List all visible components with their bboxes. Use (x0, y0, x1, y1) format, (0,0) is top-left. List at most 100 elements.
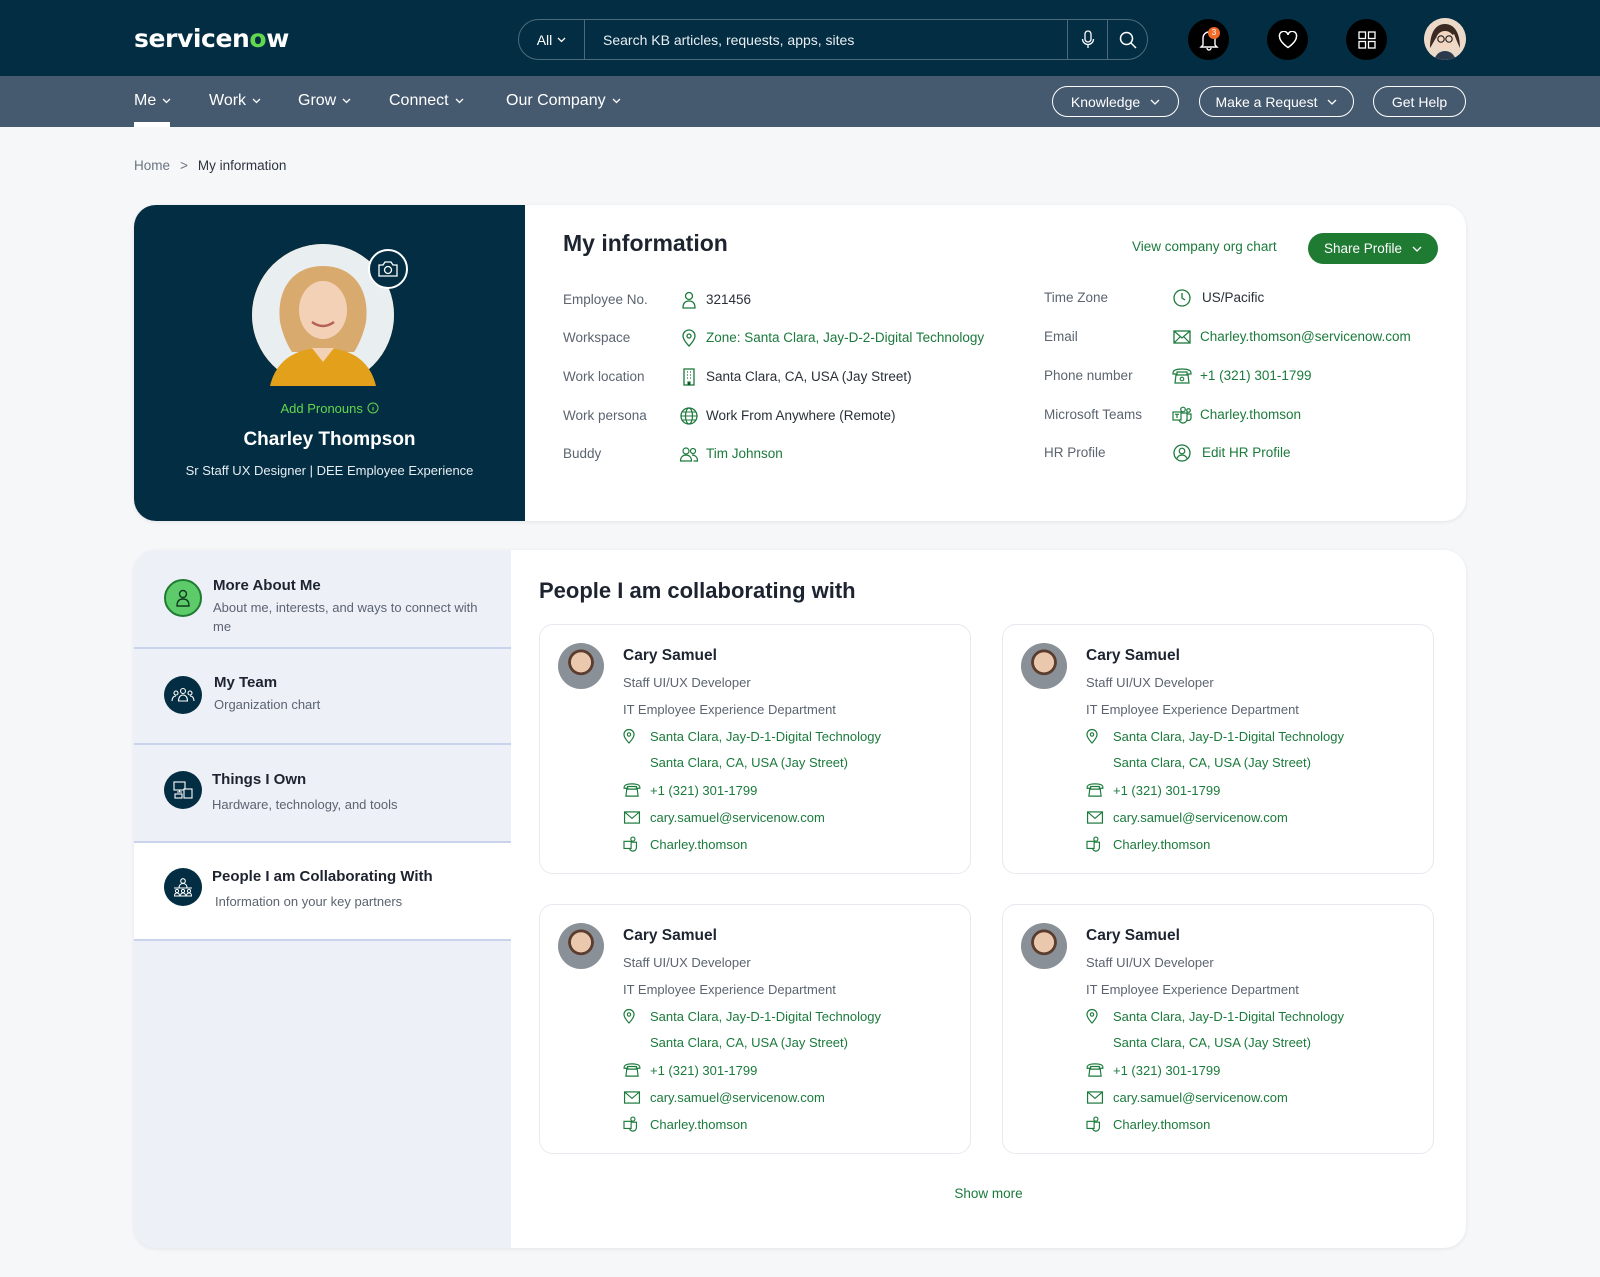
share-profile-button[interactable]: Share Profile (1308, 233, 1438, 264)
collaborator-department: IT Employee Experience Department (623, 982, 836, 997)
collaborator-email-link[interactable]: cary.samuel@servicenow.com (623, 1089, 825, 1105)
collaborator-card[interactable]: Cary Samuel Staff UI/UX Developer IT Emp… (1002, 904, 1434, 1154)
field-label: Workspace (563, 330, 631, 345)
phone-icon (1086, 1062, 1106, 1078)
collaborator-card[interactable]: Cary Samuel Staff UI/UX Developer IT Emp… (1002, 624, 1434, 874)
add-pronouns-link[interactable]: Add Pronouns (134, 401, 525, 416)
mail-icon (1086, 1089, 1106, 1105)
nav-item-work[interactable]: Work (209, 92, 261, 110)
collaborator-card[interactable]: Cary Samuel Staff UI/UX Developer IT Emp… (539, 904, 971, 1154)
collaborator-phone-link[interactable]: +1 (321) 301-1799 (623, 1062, 757, 1078)
chevron-down-icon (557, 37, 566, 42)
collaborator-teams-link[interactable]: Charley.thomson (623, 836, 747, 852)
teams-link[interactable]: Charley.thomson (1200, 407, 1301, 422)
sidebar-item-my-team[interactable]: My Team Organization chart (134, 649, 511, 745)
add-pronouns-label: Add Pronouns (280, 401, 363, 416)
collaborator-workspace-link[interactable]: Santa Clara, Jay-D-1-Digital Technology (1086, 728, 1344, 744)
collaborator-phone-link[interactable]: +1 (321) 301-1799 (1086, 782, 1220, 798)
nav-label: Grow (298, 92, 337, 109)
collaborator-teams-link[interactable]: Charley.thomson (623, 1116, 747, 1132)
location-pin-icon (623, 728, 643, 744)
profile-name: Charley Thompson (243, 429, 416, 450)
microphone-icon[interactable] (1067, 20, 1107, 59)
info-title: My information (563, 230, 728, 256)
field-label: Work location (563, 369, 645, 384)
servicenow-logo[interactable]: servicenow (134, 24, 289, 53)
change-photo-button[interactable] (368, 249, 408, 289)
collaborator-card[interactable]: Cary Samuel Staff UI/UX Developer IT Emp… (539, 624, 971, 874)
nav-item-grow[interactable]: Grow (298, 92, 351, 110)
favorites-button[interactable] (1267, 19, 1308, 60)
view-org-chart-link[interactable]: View company org chart (1132, 239, 1277, 254)
location-text: Santa Clara, CA, USA (Jay Street) (650, 1035, 848, 1050)
field-label: Email (1044, 329, 1078, 344)
collaborator-email-link[interactable]: cary.samuel@servicenow.com (1086, 809, 1288, 825)
collaborator-location: Santa Clara, CA, USA (Jay Street) (1113, 755, 1311, 770)
collaborator-email-link[interactable]: cary.samuel@servicenow.com (623, 809, 825, 825)
breadcrumb-home[interactable]: Home (134, 158, 170, 173)
chevron-down-icon (252, 98, 261, 104)
edit-hr-profile-link[interactable]: Edit HR Profile (1202, 445, 1291, 460)
collaborator-workspace-link[interactable]: Santa Clara, Jay-D-1-Digital Technology (623, 1008, 881, 1024)
collaborator-workspace-link[interactable]: Santa Clara, Jay-D-1-Digital Technology (623, 728, 881, 744)
buddy-link[interactable]: Tim Johnson (706, 446, 783, 461)
knowledge-button[interactable]: Knowledge (1052, 86, 1179, 117)
collaborator-email-link[interactable]: cary.samuel@servicenow.com (1086, 1089, 1288, 1105)
field-label: Employee No. (563, 292, 648, 307)
collaborator-workspace-link[interactable]: Santa Clara, Jay-D-1-Digital Technology (1086, 1008, 1344, 1024)
sidebar-item-subtitle: Hardware, technology, and tools (212, 797, 398, 812)
collaborator-avatar (558, 923, 604, 969)
sidebar-item-people-collaborating[interactable]: People I am Collaborating With Informati… (134, 843, 511, 941)
chevron-down-icon (612, 98, 621, 104)
phone-icon (1172, 366, 1192, 386)
teams-icon (1086, 1116, 1106, 1132)
collaborators-panel: People I am collaborating with Cary Samu… (511, 550, 1466, 1248)
workspace-text: Santa Clara, Jay-D-1-Digital Technology (1113, 728, 1344, 744)
make-request-button[interactable]: Make a Request (1199, 86, 1354, 117)
collaborator-department: IT Employee Experience Department (1086, 702, 1299, 717)
notifications-button[interactable]: 3 (1188, 19, 1229, 60)
search-input[interactable]: Search KB articles, requests, apps, site… (585, 32, 1067, 48)
sidebar-item-things-i-own[interactable]: Things I Own Hardware, technology, and t… (134, 745, 511, 843)
sidebar-item-subtitle: Organization chart (214, 697, 321, 712)
collaborator-avatar (1021, 643, 1067, 689)
phone-icon (623, 1062, 643, 1078)
field-workspace: Workspace Zone: Santa Clara, Jay-D-2-Dig… (563, 328, 984, 347)
nav-item-connect[interactable]: Connect (389, 92, 464, 110)
teams-text: Charley.thomson (650, 836, 748, 852)
breadcrumb-separator: > (180, 158, 188, 173)
sidebar-item-more-about-me[interactable]: More About Me About me, interests, and w… (134, 550, 511, 649)
collaborator-role: Staff UI/UX Developer (1086, 955, 1214, 970)
apps-button[interactable] (1346, 19, 1387, 60)
get-help-button[interactable]: Get Help (1373, 86, 1466, 117)
collaborator-phone-link[interactable]: +1 (321) 301-1799 (623, 782, 757, 798)
people-icon (679, 444, 699, 464)
teams-text: Charley.thomson (1113, 1116, 1211, 1132)
collaborator-phone-link[interactable]: +1 (321) 301-1799 (1086, 1062, 1220, 1078)
phone-link[interactable]: +1 (321) 301-1799 (1200, 368, 1311, 383)
chevron-down-icon (162, 98, 171, 104)
notification-badge: 3 (1208, 27, 1220, 39)
collaborator-teams-link[interactable]: Charley.thomson (1086, 1116, 1210, 1132)
mail-icon (623, 1089, 643, 1105)
show-more-link[interactable]: Show more (511, 1186, 1466, 1201)
nav-item-our-company[interactable]: Our Company (506, 92, 621, 110)
workspace-link[interactable]: Zone: Santa Clara, Jay-D-2-Digital Techn… (706, 330, 984, 345)
teams-icon (1172, 405, 1192, 425)
chevron-down-icon (1150, 99, 1160, 105)
work-location-value: Santa Clara, CA, USA (Jay Street) (706, 369, 912, 384)
nav-item-me[interactable]: Me (134, 92, 171, 110)
get-help-label: Get Help (1391, 93, 1448, 110)
search-scope-select[interactable]: All (519, 20, 585, 59)
collaborator-name: Cary Samuel (1086, 927, 1180, 944)
network-icon (164, 868, 202, 906)
collaborator-location: Santa Clara, CA, USA (Jay Street) (1113, 1035, 1311, 1050)
search-icon[interactable] (1107, 20, 1147, 59)
clock-icon (1172, 288, 1192, 308)
collaborators-title: People I am collaborating with (539, 578, 856, 603)
chevron-down-icon (455, 98, 464, 104)
user-avatar[interactable] (1424, 18, 1466, 60)
collaborator-avatar (558, 643, 604, 689)
email-link[interactable]: Charley.thomson@servicenow.com (1200, 329, 1411, 344)
collaborator-teams-link[interactable]: Charley.thomson (1086, 836, 1210, 852)
